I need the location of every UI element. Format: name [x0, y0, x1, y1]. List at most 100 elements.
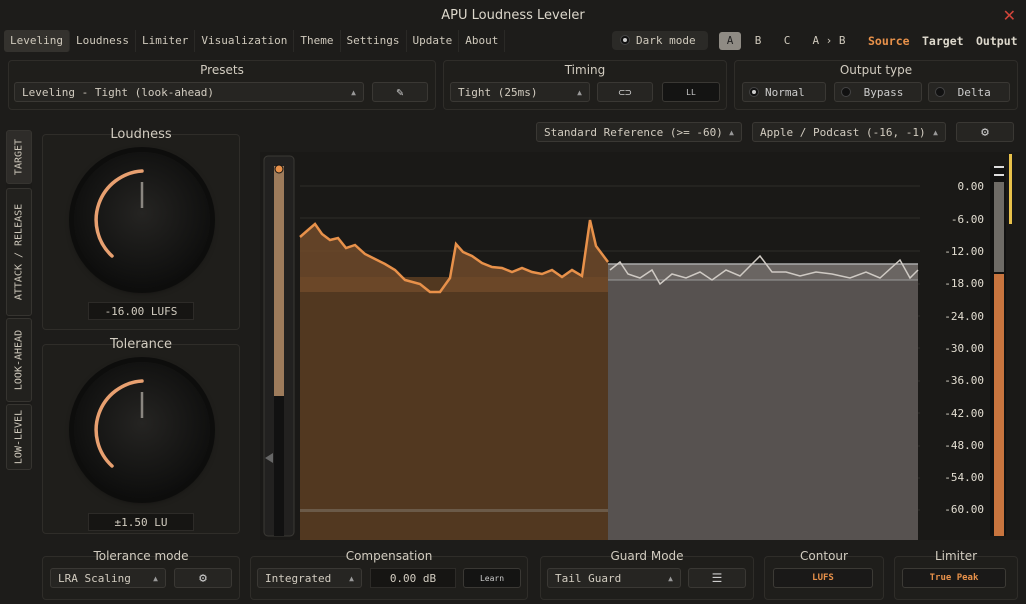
tolerance-value[interactable]: ±1.50 LU	[88, 513, 194, 531]
knob-arc	[94, 169, 144, 258]
preset-a-button[interactable]: A	[719, 32, 741, 50]
compensation-value[interactable]: 0.00 dB	[370, 568, 456, 588]
y-tick: 0.00	[957, 180, 985, 193]
preset-c-button[interactable]: C	[776, 32, 798, 50]
close-icon[interactable]: ✕	[1003, 6, 1016, 25]
dropdown-arrows-icon: ▲	[668, 574, 673, 583]
tolerance-mode-title: Tolerance mode	[93, 549, 189, 563]
limiter-button[interactable]: True Peak	[902, 568, 1006, 588]
timing-value: Tight (25ms)	[458, 86, 538, 99]
link-button[interactable]: ⊂⊃	[597, 82, 653, 102]
limiter-title: Limiter	[934, 549, 978, 563]
guard-mode-value: Tail Guard	[555, 572, 622, 585]
radio-icon	[935, 87, 945, 97]
main-menu: Leveling Loudness Limiter Visualization …	[4, 30, 506, 52]
output-normal-radio[interactable]: Normal	[742, 82, 826, 102]
tolerance-mode-value: LRA Scaling	[58, 572, 131, 585]
timing-dropdown[interactable]: Tight (25ms) ▲	[450, 82, 590, 102]
menu-update[interactable]: Update	[407, 30, 460, 52]
dropdown-arrows-icon: ▲	[349, 574, 354, 583]
copy-a-to-b-button[interactable]: A › B	[806, 32, 852, 50]
guard-settings-button[interactable]: ☰	[688, 568, 746, 588]
gear-icon: ⚙	[199, 571, 207, 586]
guard-mode-title: Guard Mode	[610, 549, 684, 563]
y-tick: -6.00	[950, 213, 984, 226]
menu-limiter[interactable]: Limiter	[136, 30, 196, 52]
tab-attack-release-label: ATTACK / RELEASE	[13, 203, 25, 301]
menu-visualization[interactable]: Visualization	[195, 30, 295, 52]
tab-attack-release[interactable]: ATTACK / RELEASE	[6, 188, 32, 316]
dropdown-arrows-icon: ▲	[933, 128, 938, 137]
platform-value: Apple / Podcast (-16, -1)	[760, 126, 926, 139]
dropdown-arrows-icon: ▲	[729, 128, 734, 137]
tab-target[interactable]: TARGET	[6, 130, 32, 184]
tab-look-ahead[interactable]: LOOK-AHEAD	[6, 318, 32, 402]
output-bypass-radio[interactable]: Bypass	[834, 82, 922, 102]
tolerance-knob[interactable]	[74, 362, 210, 498]
output-bypass-label: Bypass	[863, 86, 904, 99]
loudness-value[interactable]: -16.00 LUFS	[88, 302, 194, 320]
loudness-knob[interactable]	[74, 152, 210, 288]
y-tick: -48.00	[944, 439, 984, 452]
menu-theme[interactable]: Theme	[294, 30, 341, 52]
reference-dropdown[interactable]: Standard Reference (>= -60) ▲	[536, 122, 742, 142]
menu-about[interactable]: About	[459, 30, 506, 52]
window-title: APU Loudness Leveler	[441, 8, 585, 23]
loudness-title: Loudness	[110, 127, 172, 142]
preset-b-button[interactable]: B	[748, 32, 768, 50]
dark-mode-label: Dark mode	[636, 34, 696, 47]
tab-look-ahead-label: LOOK-AHEAD	[13, 329, 25, 391]
chart-settings-button[interactable]: ⚙	[956, 122, 1014, 142]
timing-title: Timing	[564, 63, 606, 77]
output-delta-radio[interactable]: Delta	[928, 82, 1010, 102]
radio-icon	[841, 87, 851, 97]
y-tick: -36.00	[944, 374, 984, 387]
view-output-button[interactable]: Output	[976, 32, 1018, 50]
y-tick: -18.00	[944, 277, 984, 290]
dropdown-arrows-icon: ▲	[153, 574, 158, 583]
y-tick: -60.00	[944, 503, 984, 516]
gear-icon: ⚙	[981, 125, 989, 140]
reference-value: Standard Reference (>= -60)	[544, 126, 723, 139]
dropdown-arrows-icon: ▲	[351, 88, 356, 97]
tolerance-title: Tolerance	[110, 337, 172, 352]
output-normal-label: Normal	[765, 86, 805, 99]
compensation-title: Compensation	[345, 549, 433, 563]
contour-title: Contour	[800, 549, 848, 563]
dropdown-arrows-icon: ▲	[577, 88, 582, 97]
radio-icon	[749, 87, 759, 97]
menu-loudness[interactable]: Loudness	[70, 30, 136, 52]
presets-dropdown[interactable]: Leveling - Tight (look-ahead) ▲	[14, 82, 364, 102]
menu-leveling[interactable]: Leveling	[4, 30, 70, 52]
dark-mode-check-icon	[620, 35, 630, 45]
y-tick: -12.00	[944, 245, 984, 258]
learn-button[interactable]: Learn	[463, 568, 521, 588]
tolerance-settings-button[interactable]: ⚙	[174, 568, 232, 588]
y-tick: -42.00	[944, 407, 984, 420]
y-tick: -54.00	[944, 471, 984, 484]
tab-low-level-label: LOW-LEVEL	[13, 409, 25, 465]
pencil-icon: ✎	[396, 85, 404, 99]
platform-dropdown[interactable]: Apple / Podcast (-16, -1) ▲	[752, 122, 946, 142]
sliders-icon: ☰	[711, 571, 723, 585]
dark-mode-toggle[interactable]: Dark mode	[612, 31, 708, 50]
presets-title: Presets	[200, 63, 244, 77]
side-tab-bar: TARGET ATTACK / RELEASE LOOK-AHEAD LOW-L…	[6, 130, 32, 470]
guard-mode-dropdown[interactable]: Tail Guard ▲	[547, 568, 681, 588]
view-target-button[interactable]: Target	[922, 32, 964, 50]
knob-arc	[94, 379, 144, 468]
menu-settings[interactable]: Settings	[341, 30, 407, 52]
low-latency-button[interactable]: LL	[662, 82, 720, 102]
y-tick: -30.00	[944, 342, 984, 355]
compensation-dropdown[interactable]: Integrated ▲	[257, 568, 362, 588]
edit-preset-button[interactable]: ✎	[372, 82, 428, 102]
compensation-mode: Integrated	[265, 572, 332, 585]
contour-button[interactable]: LUFS	[773, 568, 873, 588]
tolerance-mode-dropdown[interactable]: LRA Scaling ▲	[50, 568, 166, 588]
output-delta-label: Delta	[957, 86, 991, 99]
loudness-graph	[260, 152, 1020, 540]
view-source-button[interactable]: Source	[868, 32, 910, 50]
tab-low-level[interactable]: LOW-LEVEL	[6, 404, 32, 470]
output-type-title: Output type	[839, 63, 913, 77]
tab-target-label: TARGET	[13, 138, 25, 176]
